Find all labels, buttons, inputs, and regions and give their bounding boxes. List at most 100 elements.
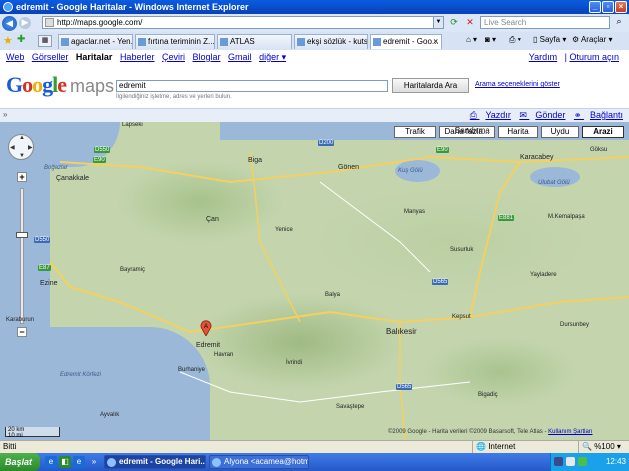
address-bar[interactable]: http://maps.google.com/ ▼: [42, 16, 444, 29]
desktop-quicklaunch-icon[interactable]: ◧: [59, 456, 71, 468]
road-shield: D550: [94, 147, 111, 153]
map-type-satellite[interactable]: Uydu: [541, 126, 579, 138]
maximize-button[interactable]: ▫: [602, 1, 614, 13]
quicklaunch-more-icon[interactable]: »: [88, 456, 100, 468]
browser-quicklaunch-icon[interactable]: e: [73, 456, 85, 468]
label-yayladere: Yayladere: [530, 272, 557, 278]
road-shield: D200: [318, 140, 335, 146]
tab-favicon-icon: [61, 38, 69, 46]
map-type-map[interactable]: Harita: [498, 126, 538, 138]
tools-menu[interactable]: ⚙ Araçlar ▾: [572, 35, 613, 44]
label-karacabey: Karacabey: [520, 154, 554, 161]
google-maps-logo[interactable]: Google maps: [6, 72, 114, 98]
road-shield: D565: [432, 279, 449, 285]
label-gonen: Gönen: [338, 164, 360, 171]
nav-images[interactable]: Görseller: [32, 52, 69, 62]
favorites-star-icon[interactable]: ★: [3, 34, 13, 47]
tab-atlas[interactable]: ATLAS: [217, 34, 292, 49]
search-hint: İlgilendiğiniz işletme, adres ve yerleri…: [116, 94, 232, 100]
stop-icon[interactable]: ✕: [463, 16, 477, 29]
scale-bar: 20 km 10 mi: [5, 427, 60, 439]
collapse-panel-icon[interactable]: »: [3, 110, 7, 119]
home-icon[interactable]: ⌂ ▾: [466, 35, 477, 44]
zoom-level[interactable]: 🔍 %100 ▾: [578, 441, 621, 453]
tab-edremit[interactable]: edremit - Goo... ×: [370, 34, 442, 49]
forward-button[interactable]: ▶: [19, 17, 31, 29]
close-tab-icon[interactable]: ×: [433, 35, 438, 48]
back-button[interactable]: ◀: [2, 15, 17, 31]
language-icon[interactable]: [554, 457, 563, 466]
pan-right-icon[interactable]: ▶: [28, 144, 33, 151]
tab-agaclar[interactable]: agaclar.net - Yen...: [58, 34, 133, 49]
label-canakkale: Çanakkale: [56, 175, 90, 182]
page-menu[interactable]: ▯ Sayfa ▾: [533, 35, 566, 44]
live-search-input[interactable]: Live Search: [480, 16, 610, 29]
address-dropdown-icon[interactable]: ▼: [433, 17, 443, 28]
road-shield: D565: [396, 384, 413, 390]
print-link[interactable]: ⎙ Yazdır: [470, 110, 511, 120]
zoom-in-button[interactable]: +: [17, 172, 27, 182]
pan-up-icon[interactable]: ▲: [19, 135, 25, 141]
map-type-terrain[interactable]: Arazi: [582, 126, 624, 138]
terms-link[interactable]: Kullanım Şartları: [548, 429, 592, 435]
ie-icon: [3, 2, 13, 12]
nav-more[interactable]: diğer ▾: [259, 52, 286, 62]
search-go-icon[interactable]: ⌕: [612, 16, 626, 29]
help-link[interactable]: Yardım: [529, 52, 557, 62]
ie-quicklaunch-icon[interactable]: e: [45, 456, 57, 468]
zoom-slider[interactable]: [20, 188, 24, 324]
send-link[interactable]: ✉ Gönder: [519, 110, 565, 120]
title-bar: edremit - Google Haritalar - Windows Int…: [0, 0, 629, 14]
tray-app-icon[interactable]: [566, 457, 575, 466]
tab-eksi[interactable]: ekşi sözlük - kuts...: [294, 34, 368, 49]
road-shield: E90: [436, 147, 449, 153]
close-button[interactable]: ×: [615, 1, 627, 13]
link-link[interactable]: ⚭ Bağlantı: [574, 110, 623, 120]
network-icon[interactable]: [578, 457, 587, 466]
zoom-handle[interactable]: [16, 232, 28, 238]
clock: 12:43: [605, 457, 626, 466]
task-alyona[interactable]: Alyona <acamea@hotm...: [209, 455, 309, 469]
tab-firtina[interactable]: fırtına teriminin Z...: [135, 34, 215, 49]
minimize-button[interactable]: _: [589, 1, 601, 13]
task-edremit[interactable]: edremit - Google Hari...: [104, 455, 206, 469]
nav-web[interactable]: Web: [6, 52, 24, 62]
quick-tabs-icon[interactable]: ▦: [38, 35, 52, 47]
search-options-link[interactable]: Arama seçeneklerini göster: [475, 81, 560, 88]
tab-favicon-icon: [297, 38, 305, 46]
road-shield: E87: [38, 265, 51, 271]
map-canvas[interactable]: Trafik Daha fazla... Harita Uydu Arazi ▲…: [0, 122, 629, 440]
nav-news[interactable]: Haberler: [120, 52, 155, 62]
tab-favicon-icon: [373, 38, 381, 46]
pan-left-icon[interactable]: ◀: [10, 144, 15, 151]
page-favicon-icon: [45, 18, 54, 27]
label-kepsut: Kepsut: [452, 314, 471, 320]
label-gulf: Edremit Körfezi: [60, 372, 102, 378]
label-goksu: Göksu: [590, 147, 608, 153]
label-lapseki: Lapseki: [122, 122, 143, 128]
zoom-out-button[interactable]: −: [17, 327, 27, 337]
nav-gmail[interactable]: Gmail: [228, 52, 252, 62]
print-icon[interactable]: ⎙ ▾: [509, 35, 521, 45]
start-button[interactable]: Başlat: [0, 453, 40, 471]
tab-favicon-icon: [138, 38, 146, 46]
label-yenice: Yenice: [275, 227, 293, 233]
mail-task-icon: [212, 458, 221, 467]
label-manyas: Manyas: [404, 209, 426, 215]
pan-down-icon[interactable]: ▼: [19, 153, 25, 159]
maps-search-input[interactable]: edremit: [116, 80, 388, 92]
nav-translate[interactable]: Çeviri: [162, 52, 185, 62]
label-karaburun: Karaburun: [6, 317, 35, 323]
traffic-button[interactable]: Trafik: [394, 126, 436, 138]
status-bar: Bitti 🌐 Internet 🔍 %100 ▾: [0, 440, 629, 453]
google-nav: Web Görseller Haritalar Haberler Çeviri …: [0, 50, 629, 64]
refresh-icon[interactable]: ⟳: [447, 16, 461, 29]
search-maps-button[interactable]: Haritalarda Ara: [392, 78, 469, 93]
feeds-icon[interactable]: ◙ ▾: [485, 35, 496, 44]
signin-link[interactable]: Oturum açın: [569, 52, 619, 62]
nav-blogs[interactable]: Bloglar: [193, 52, 221, 62]
location-marker-icon[interactable]: A: [200, 320, 212, 336]
pan-control[interactable]: ▲ ◀ ▶ ▼: [8, 134, 34, 160]
taskbar: Başlat e ◧ e » edremit - Google Hari... …: [0, 453, 629, 471]
add-favorites-icon[interactable]: ✚: [17, 34, 25, 45]
